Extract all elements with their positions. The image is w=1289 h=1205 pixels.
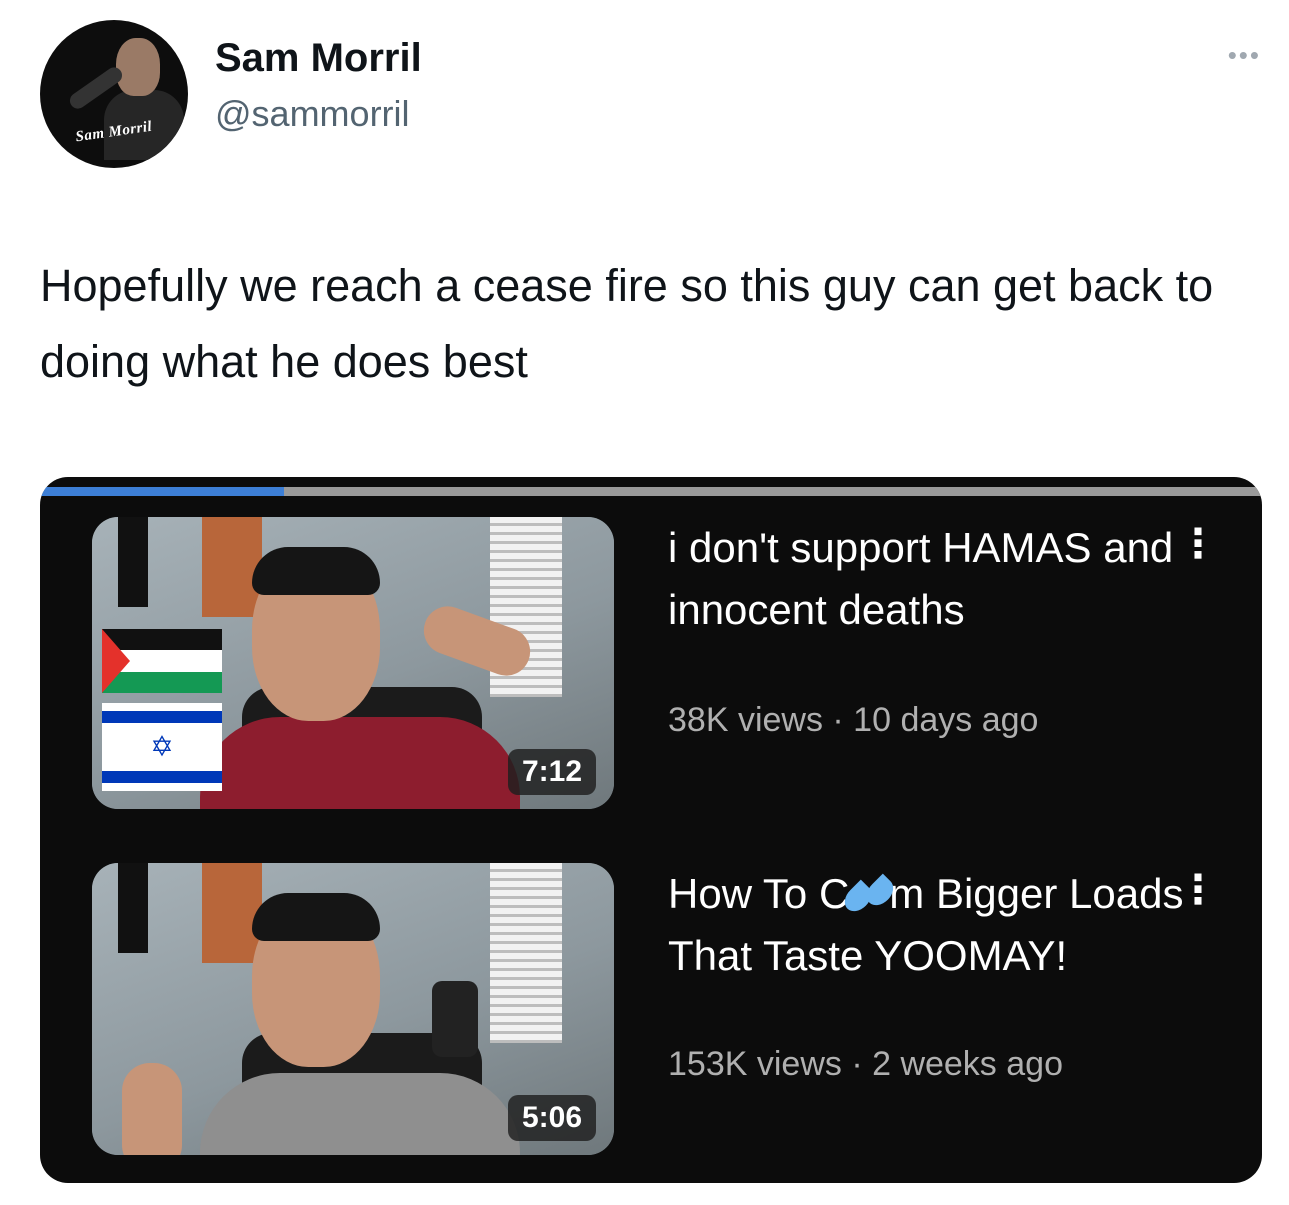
vertical-ellipsis-icon[interactable]: ⋮ [1178,521,1218,567]
palestine-flag-icon [102,629,222,693]
tweet-text: Hopefully we reach a cease fire so this … [40,260,1214,387]
supplement-bottle [432,981,478,1057]
ellipsis-icon[interactable]: ••• [1228,40,1261,71]
video-thumbnail[interactable]: ✡ 7:12 [92,517,614,809]
video-thumbnail[interactable]: 5:06 [92,863,614,1155]
author-name[interactable]: Sam Morril [215,36,422,81]
person-shirt [200,1073,520,1155]
video-title-start: How To C [668,870,850,917]
video-screenshot-card[interactable]: ✡ 7:12 i don't support HAMAS and innocen… [40,477,1262,1183]
video-progress-bar [40,487,1262,496]
avatar-figure-head [116,38,160,96]
thumbs-up-hand [122,1063,182,1155]
video-duration: 7:12 [507,749,596,795]
video-title[interactable]: How To Cm Bigger Loads That Taste YOOMAY… [668,863,1188,987]
video-title[interactable]: i don't support HAMAS and innocent death… [668,517,1188,641]
video-meta: 38K views · 10 days ago [668,701,1039,739]
video-duration: 5:06 [507,1095,596,1141]
author-handle[interactable]: @sammorril [215,93,410,135]
israel-flag-icon: ✡ [102,703,222,791]
vertical-ellipsis-icon[interactable]: ⋮ [1178,867,1218,913]
video-progress-fill [40,487,285,496]
author-avatar[interactable]: Sam Morril [40,20,188,168]
window-blinds [490,863,562,1043]
sweat-droplets-icon [839,873,899,917]
video-meta: 153K views · 2 weeks ago [668,1045,1063,1083]
person-shirt [200,717,520,809]
